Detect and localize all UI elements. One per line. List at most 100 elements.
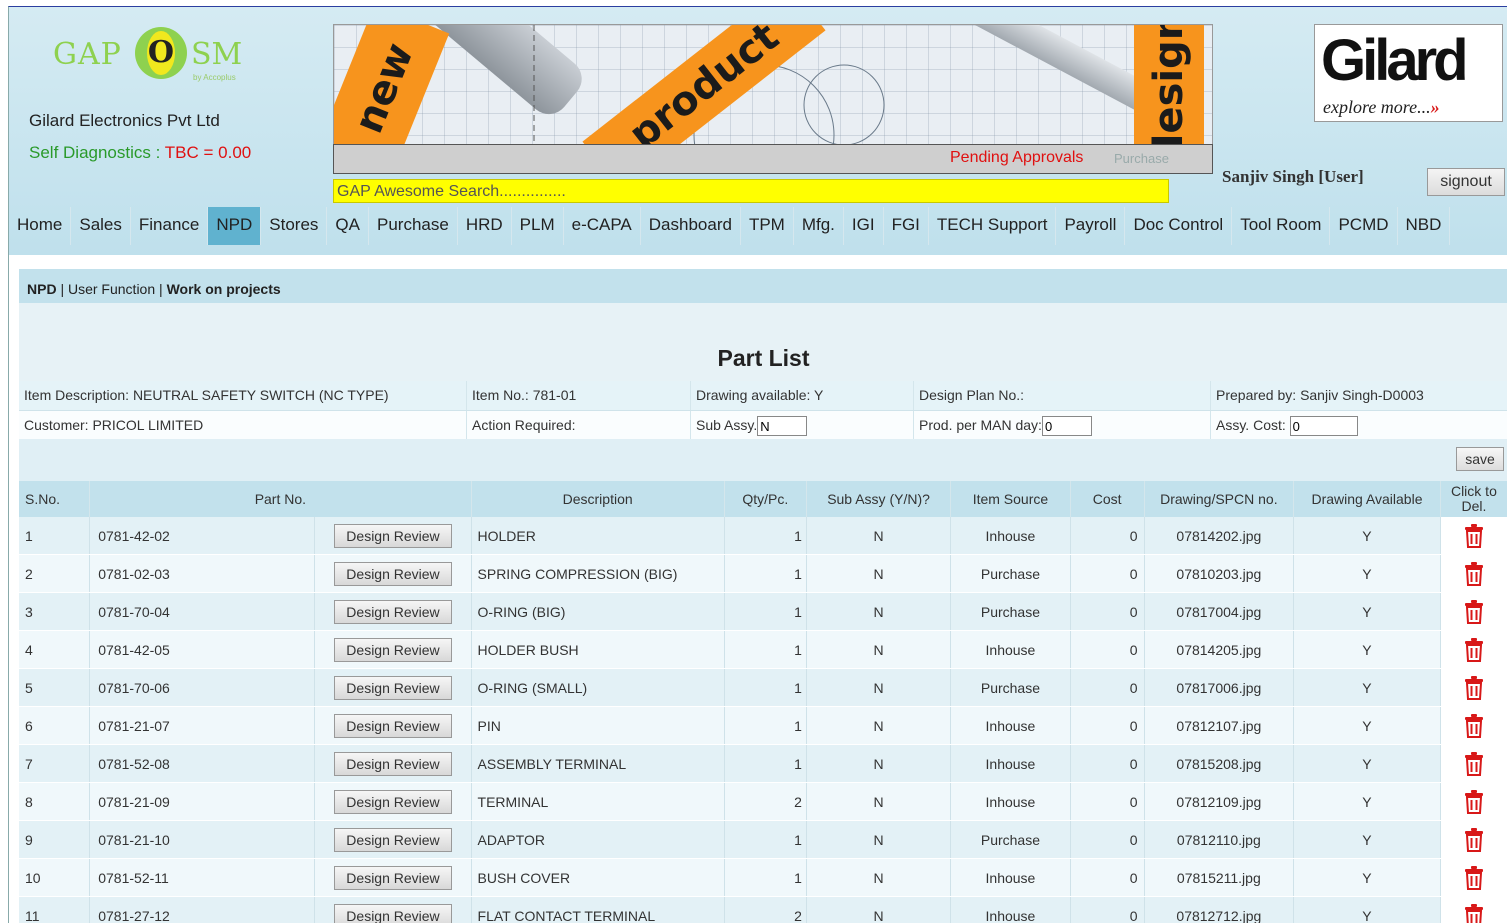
cell-drawing-available: Y: [1294, 745, 1441, 783]
design-review-button[interactable]: Design Review: [334, 524, 452, 548]
nav-item-tool-room[interactable]: Tool Room: [1232, 207, 1330, 245]
nav-item-sales[interactable]: Sales: [71, 207, 131, 245]
design-review-button[interactable]: Design Review: [334, 562, 452, 586]
nav-item-npd[interactable]: NPD: [208, 207, 261, 245]
prod-per-man-day-input[interactable]: [1042, 416, 1092, 436]
nav-item-qa[interactable]: QA: [327, 207, 369, 245]
trash-icon[interactable]: [1464, 790, 1484, 814]
breadcrumb-user-function[interactable]: User Function: [68, 281, 155, 297]
nav-item-finance[interactable]: Finance: [131, 207, 208, 245]
cell-cost: 0: [1070, 783, 1144, 821]
design-review-button[interactable]: Design Review: [334, 866, 452, 890]
nav-item-tech-support[interactable]: TECH Support: [929, 207, 1057, 245]
cell-drawing-available: Y: [1294, 593, 1441, 631]
cell-drawing-no: 07812110.jpg: [1144, 821, 1294, 859]
trash-icon[interactable]: [1464, 752, 1484, 776]
assy-cost-input[interactable]: [1290, 416, 1358, 436]
gilard-tagline: explore more...»: [1323, 97, 1440, 118]
cell-description: HOLDER: [471, 517, 724, 555]
cell-cost: 0: [1070, 669, 1144, 707]
action-required: Action Required:: [466, 411, 690, 440]
self-diagnostics[interactable]: Self Diagnostics : TBC = 0.00: [29, 143, 251, 163]
nav-item-purchase[interactable]: Purchase: [369, 207, 458, 245]
gilard-logo: Gilard explore more...»: [1314, 24, 1503, 122]
search-input[interactable]: GAP Awesome Search...............: [333, 179, 1169, 203]
cell-sno: 4: [19, 631, 90, 669]
cell-design-review: Design Review: [315, 821, 471, 859]
cell-sub-assy: N: [806, 821, 950, 859]
nav-item-stores[interactable]: Stores: [261, 207, 327, 245]
table-row: 80781-21-09Design ReviewTERMINAL2NInhous…: [19, 783, 1507, 821]
table-row: 10781-42-02Design ReviewHOLDER1NInhouse0…: [19, 517, 1507, 555]
prepared-by-value: Sanjiv Singh-D0003: [1300, 387, 1424, 403]
cell-qty: 1: [724, 745, 806, 783]
nav-item-fgi[interactable]: FGI: [884, 207, 929, 245]
col-description: Description: [471, 481, 724, 517]
chevron-right-icon: »: [1431, 97, 1440, 117]
cell-delete: [1440, 745, 1507, 783]
cell-description: ADAPTOR: [471, 821, 724, 859]
design-review-button[interactable]: Design Review: [334, 790, 452, 814]
design-review-button[interactable]: Design Review: [334, 714, 452, 738]
cell-item-source: Purchase: [951, 669, 1070, 707]
pending-approvals-link[interactable]: Pending Approvals: [950, 149, 1083, 167]
cell-qty: 1: [724, 517, 806, 555]
nav-item-tpm[interactable]: TPM: [741, 207, 794, 245]
design-review-button[interactable]: Design Review: [334, 904, 452, 923]
cell-qty: 2: [724, 897, 806, 923]
nav-item-nbd[interactable]: NBD: [1398, 207, 1451, 245]
cell-sno: 9: [19, 821, 90, 859]
nav-item-igi[interactable]: IGI: [844, 207, 884, 245]
save-button[interactable]: save: [1456, 447, 1504, 471]
cell-delete: [1440, 517, 1507, 555]
cell-drawing-available: Y: [1294, 631, 1441, 669]
trash-icon[interactable]: [1464, 562, 1484, 586]
nav-item-pcmd[interactable]: PCMD: [1330, 207, 1397, 245]
cell-description: TERMINAL: [471, 783, 724, 821]
nav-item-doc-control[interactable]: Doc Control: [1125, 207, 1232, 245]
assy-cost-label: Assy. Cost:: [1216, 417, 1286, 433]
trash-icon[interactable]: [1464, 866, 1484, 890]
cell-design-review: Design Review: [315, 745, 471, 783]
nav-item-home[interactable]: Home: [9, 207, 71, 245]
cell-delete: [1440, 821, 1507, 859]
trash-icon[interactable]: [1464, 524, 1484, 548]
drawing-available-value: Y: [814, 387, 823, 403]
cell-part-no: 0781-21-09: [90, 783, 315, 821]
trash-icon[interactable]: [1464, 676, 1484, 700]
trash-icon[interactable]: [1464, 904, 1484, 923]
logo-o-icon: O: [135, 27, 187, 79]
cell-item-source: Inhouse: [951, 783, 1070, 821]
user-name: Sanjiv Singh [User]: [1222, 167, 1364, 187]
pending-approvals-ticker[interactable]: Pending Approvals Purchase: [333, 144, 1213, 174]
trash-icon[interactable]: [1464, 828, 1484, 852]
design-review-button[interactable]: Design Review: [334, 676, 452, 700]
nav-item-plm[interactable]: PLM: [512, 207, 564, 245]
breadcrumb-npd[interactable]: NPD: [27, 281, 57, 297]
cell-description: O-RING (BIG): [471, 593, 724, 631]
design-review-button[interactable]: Design Review: [334, 828, 452, 852]
cell-cost: 0: [1070, 897, 1144, 923]
sub-assy-input[interactable]: [757, 416, 807, 436]
cell-delete: [1440, 707, 1507, 745]
nav-item-hrd[interactable]: HRD: [458, 207, 512, 245]
trash-icon[interactable]: [1464, 600, 1484, 624]
design-review-button[interactable]: Design Review: [334, 638, 452, 662]
trash-icon[interactable]: [1464, 638, 1484, 662]
banner-word-new-text: new: [345, 36, 422, 139]
nav-item-dashboard[interactable]: Dashboard: [641, 207, 741, 245]
design-review-button[interactable]: Design Review: [334, 752, 452, 776]
cell-cost: 0: [1070, 821, 1144, 859]
trash-icon[interactable]: [1464, 714, 1484, 738]
cell-qty: 1: [724, 707, 806, 745]
table-row: 100781-52-11Design ReviewBUSH COVER1NInh…: [19, 859, 1507, 897]
cell-sno: 3: [19, 593, 90, 631]
nav-item-mfg[interactable]: Mfg.: [794, 207, 844, 245]
signout-button[interactable]: signout: [1427, 168, 1505, 196]
col-drawing-no: Drawing/SPCN no.: [1144, 481, 1294, 517]
nav-item-payroll[interactable]: Payroll: [1056, 207, 1125, 245]
design-review-button[interactable]: Design Review: [334, 600, 452, 624]
col-delete: Click toDel.: [1440, 481, 1507, 517]
cell-delete: [1440, 555, 1507, 593]
nav-item-e-capa[interactable]: e-CAPA: [564, 207, 641, 245]
